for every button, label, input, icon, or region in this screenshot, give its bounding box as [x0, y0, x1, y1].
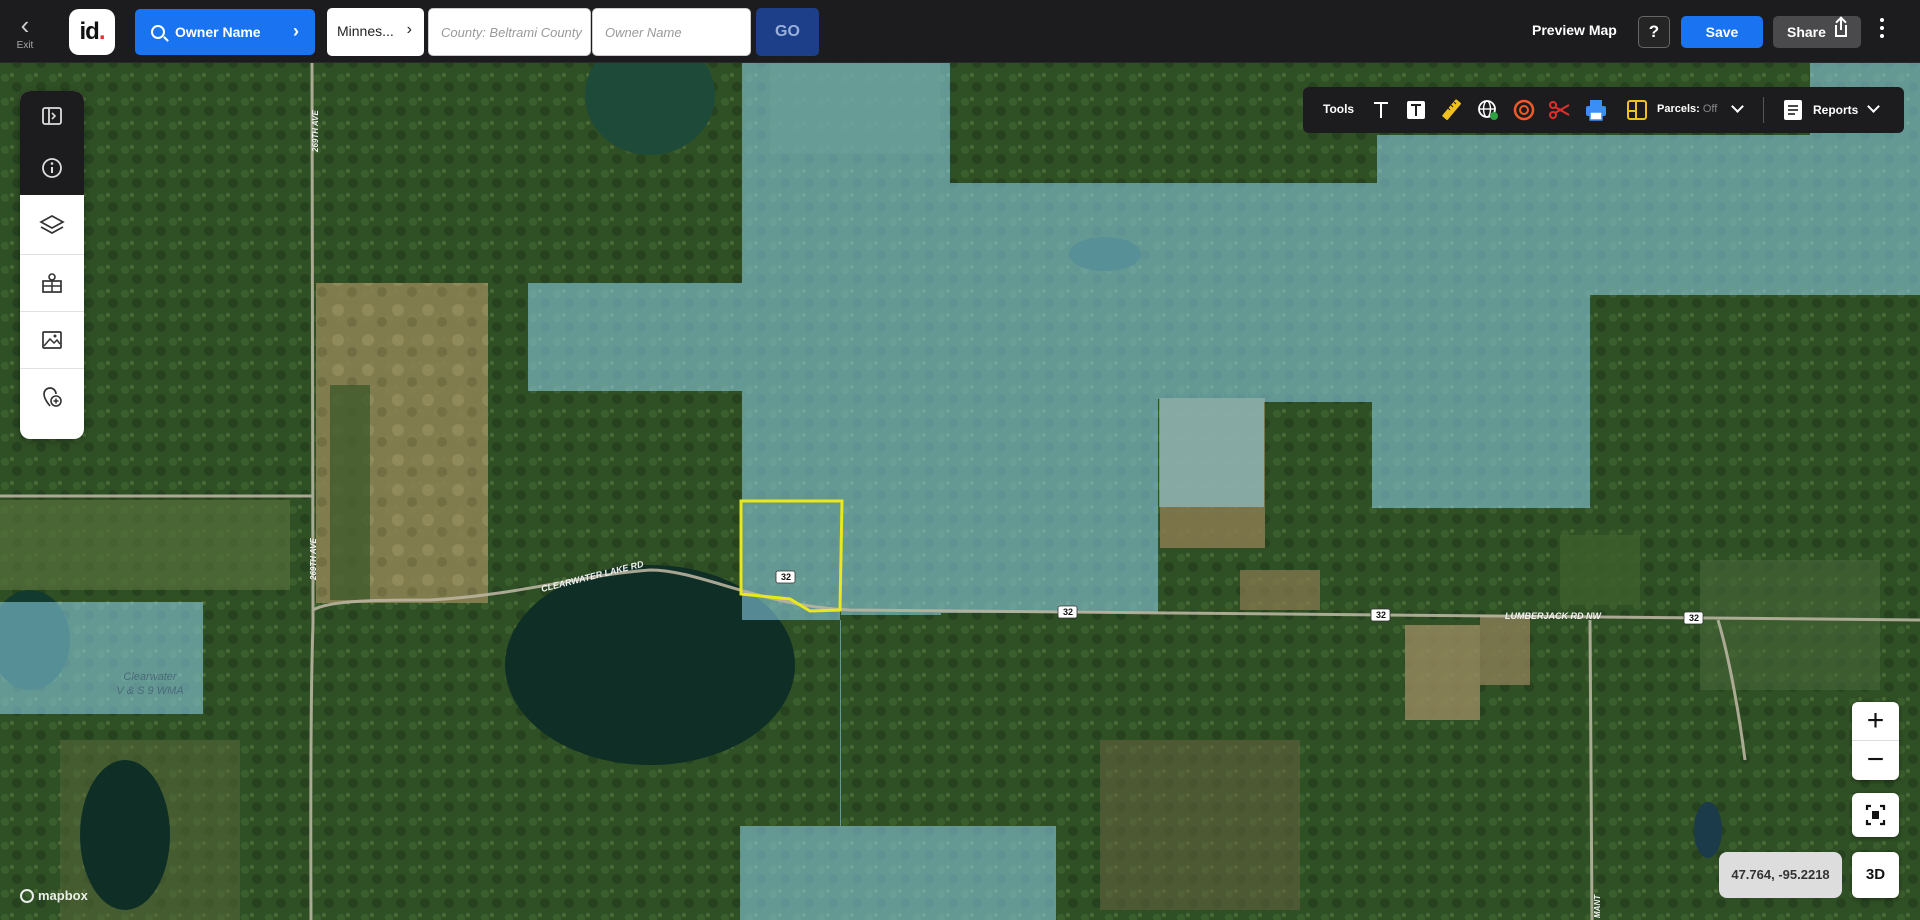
3d-toggle-button[interactable]: 3D — [1852, 852, 1899, 898]
logo-text: id — [79, 18, 100, 45]
state-selector[interactable]: Minnes... › — [327, 8, 424, 56]
mapbox-text: mapbox — [38, 888, 88, 903]
mapbox-logo-icon — [20, 888, 34, 903]
parcels-tool-button[interactable] — [20, 254, 84, 310]
exit-button[interactable]: ‹ Exit — [8, 12, 42, 54]
text-box-icon[interactable] — [1403, 97, 1429, 123]
more-menu-icon[interactable] — [1878, 18, 1886, 46]
chevron-down-icon[interactable] — [1731, 100, 1744, 113]
help-button[interactable]: ? — [1638, 16, 1670, 48]
coordinates-readout[interactable]: 47.764, -95.2218 — [1719, 852, 1842, 898]
imagery-button[interactable] — [20, 311, 84, 367]
road-label: 269TH AVE — [309, 538, 318, 581]
parcels-label: Parcels: — [1657, 103, 1700, 115]
globe-icon[interactable] — [1475, 97, 1501, 123]
ruler-icon[interactable] — [1439, 97, 1465, 123]
image-icon — [42, 330, 62, 349]
state-value: Minnes... — [337, 23, 394, 39]
chevron-right-icon: › — [293, 21, 299, 41]
satellite-map[interactable]: 32 32 32 32 CLEARWATER LAKE RD LUMBERJAC… — [0, 63, 1920, 920]
preview-map-button[interactable]: Preview Map — [1532, 22, 1617, 38]
parcels-state: Off — [1702, 103, 1718, 115]
focus-frame-icon — [1865, 804, 1886, 826]
chevron-left-icon: ‹ — [20, 10, 30, 40]
zoom-out-button[interactable]: − — [1852, 740, 1899, 778]
search-icon — [151, 25, 165, 39]
top-bar: ‹ Exit id. Owner Name › Minnes... › Coun… — [0, 0, 1920, 63]
reports-button[interactable]: Reports — [1813, 103, 1858, 117]
share-icon — [1835, 18, 1847, 37]
map-parcels-icon — [42, 272, 62, 293]
road-label: MANT — [1593, 894, 1602, 918]
exit-label: Exit — [16, 40, 34, 51]
road-label: LUMBERJACK RD NW — [1505, 611, 1602, 621]
share-button[interactable]: Share — [1773, 16, 1861, 48]
zoom-in-button[interactable]: + — [1852, 702, 1899, 740]
left-toolbar — [20, 91, 84, 439]
wma-label: V & S 9 WMA — [116, 685, 183, 697]
search-type-button[interactable]: Owner Name › — [135, 9, 315, 55]
panel-toggle-button[interactable] — [20, 91, 84, 141]
app-logo[interactable]: id. — [69, 9, 115, 55]
reports-icon[interactable] — [1780, 97, 1806, 123]
road-label: 269TH AVE — [311, 110, 320, 153]
add-location-icon — [43, 386, 62, 407]
print-icon[interactable] — [1583, 97, 1609, 123]
add-marker-button[interactable] — [20, 368, 84, 424]
sidebar-toggle-icon — [42, 107, 62, 125]
radius-icon[interactable] — [1511, 97, 1537, 123]
layers-icon — [39, 215, 65, 234]
save-button[interactable]: Save — [1681, 16, 1763, 48]
share-label: Share — [1787, 24, 1826, 40]
map-canvas: 32 32 32 32 CLEARWATER LAKE RD LUMBERJAC… — [0, 63, 1920, 920]
go-button[interactable]: GO — [756, 8, 819, 56]
owner-name-field[interactable]: Owner Name — [592, 8, 751, 56]
logo-dot: . — [98, 18, 106, 45]
route-shield: 32 — [1376, 610, 1386, 620]
mapbox-attribution[interactable]: mapbox — [20, 888, 88, 903]
scissors-icon[interactable] — [1547, 97, 1573, 123]
tools-label: Tools — [1323, 102, 1355, 116]
fit-bounds-button[interactable] — [1852, 793, 1899, 837]
route-shield: 32 — [781, 572, 791, 582]
info-button[interactable] — [20, 141, 84, 195]
route-shield: 32 — [1689, 613, 1699, 623]
search-type-label: Owner Name — [175, 24, 261, 40]
tools-bar: Tools Parcels: Off Reports — [1303, 87, 1904, 133]
zoom-control: + − — [1852, 702, 1899, 780]
chevron-down-icon[interactable] — [1867, 100, 1880, 113]
route-shield: 32 — [1063, 607, 1073, 617]
county-field[interactable]: County: Beltrami County — [428, 8, 591, 56]
parcels-icon[interactable] — [1624, 97, 1650, 123]
parcels-toggle[interactable]: Parcels: Off — [1657, 103, 1717, 115]
wma-label: Clearwater — [123, 671, 178, 683]
info-icon — [42, 158, 62, 178]
text-icon[interactable] — [1368, 97, 1394, 123]
layers-button[interactable] — [20, 197, 84, 253]
chevron-right-icon: › — [406, 21, 412, 38]
